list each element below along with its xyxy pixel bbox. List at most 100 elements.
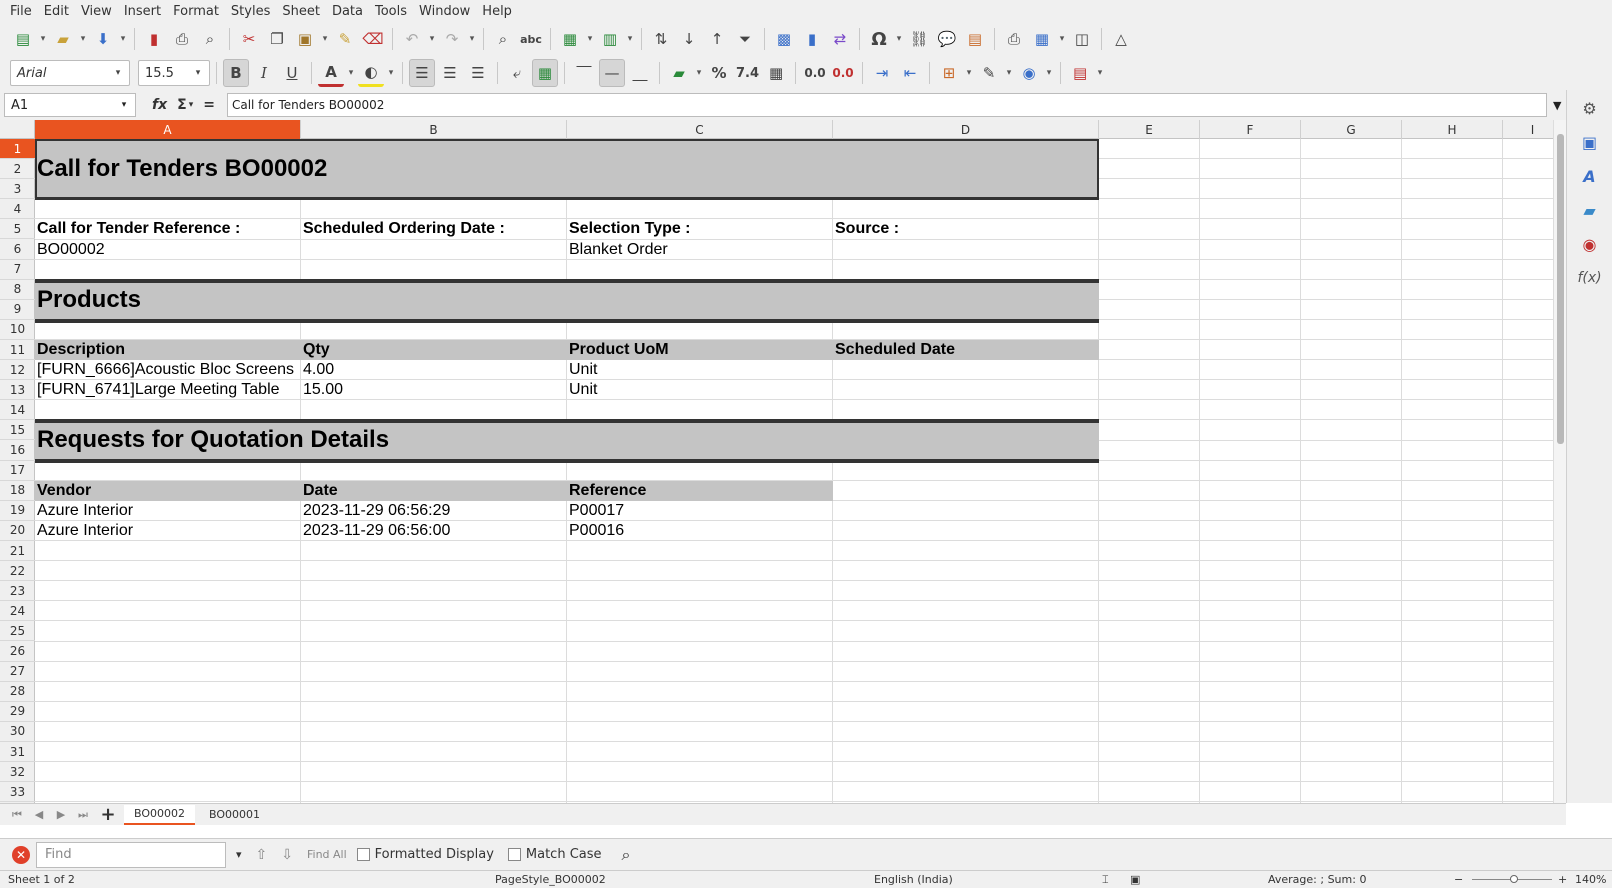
align-right-icon[interactable]: ☰ — [465, 59, 491, 87]
next-sheet-icon[interactable]: ▶ — [52, 808, 70, 821]
decrease-indent-icon[interactable]: ⇤ — [897, 59, 923, 87]
border-style-dropdown-icon[interactable]: ▾ — [1004, 59, 1014, 87]
print-preview-icon[interactable]: ⌕ — [197, 25, 223, 53]
row-header-10[interactable]: 10 — [0, 320, 35, 340]
row-header-26[interactable]: 26 — [0, 642, 35, 662]
percent-format-button[interactable]: % — [706, 59, 732, 87]
undo-dropdown-icon[interactable]: ▾ — [427, 25, 437, 53]
row-header-6[interactable]: 6 — [0, 240, 35, 260]
redo-icon[interactable]: ↷ — [439, 25, 465, 53]
info-header-ordering-date[interactable]: Scheduled Ordering Date : — [301, 219, 567, 239]
freeze-dropdown-icon[interactable]: ▾ — [1057, 25, 1067, 53]
save-icon[interactable]: ⬇ — [90, 25, 116, 53]
select-all-corner[interactable] — [0, 120, 35, 139]
formula-input[interactable]: Call for Tenders BO00002 — [226, 93, 1547, 117]
document-title[interactable]: Call for Tenders BO00002 — [35, 139, 1075, 199]
spreadsheet-grid[interactable]: ABCDEFGHI 1 2 3 4 5 6 7 8 9 10 11 12 13 14 15 16 17 18 19 2… — [0, 120, 1566, 803]
row-header-14[interactable]: 14 — [0, 400, 35, 421]
find-previous-icon[interactable]: ⇧ — [252, 847, 272, 863]
row-header-5[interactable]: 5 — [0, 219, 35, 240]
row-header-27[interactable]: 27 — [0, 662, 35, 682]
chevron-down-icon[interactable]: ▾ — [187, 68, 209, 78]
currency-format-icon[interactable]: ▰ — [666, 59, 692, 87]
product-description[interactable]: [FURN_6741]Large Meeting Table — [35, 380, 299, 400]
rfq-section-title[interactable]: Requests for Quotation Details — [35, 420, 1075, 460]
align-center-icon[interactable]: ☰ — [437, 59, 463, 87]
underline-button[interactable]: U — [279, 59, 305, 87]
row-header-13[interactable]: 13 — [0, 380, 35, 401]
menu-insert[interactable]: Insert — [118, 4, 167, 19]
row-header-12[interactable]: 12 — [0, 360, 35, 381]
clone-formatting-icon[interactable]: ✎ — [332, 25, 358, 53]
cell-area[interactable]: Call for Tenders BO00002 Call for Tender… — [35, 139, 1565, 803]
cut-icon[interactable]: ✂ — [236, 25, 262, 53]
menu-help[interactable]: Help — [476, 4, 518, 19]
special-character-dropdown-icon[interactable]: ▾ — [894, 25, 904, 53]
rfq-date[interactable]: 2023-11-29 06:56:00 — [301, 521, 567, 541]
menu-edit[interactable]: Edit — [38, 4, 75, 19]
settings-icon[interactable]: ⚙ — [1578, 96, 1602, 120]
zoom-in-button[interactable]: + — [1558, 873, 1567, 886]
rfq-header-date[interactable]: Date — [301, 481, 567, 501]
row-header-1[interactable]: 1 — [0, 139, 35, 160]
rfq-reference[interactable]: P00016 — [567, 521, 833, 541]
currency-dropdown-icon[interactable]: ▾ — [694, 59, 704, 87]
export-pdf-icon[interactable]: ▮ — [141, 25, 167, 53]
rfq-header-vendor[interactable]: Vendor — [35, 481, 301, 501]
styles-icon[interactable]: A — [1578, 164, 1602, 188]
hyperlink-icon[interactable]: ⛓ — [906, 25, 932, 53]
open-dropdown-icon[interactable]: ▾ — [78, 25, 88, 53]
column-header-f[interactable]: F — [1200, 120, 1301, 139]
align-left-icon[interactable]: ☰ — [409, 59, 435, 87]
column-icon[interactable]: ▥ — [597, 25, 623, 53]
gallery-icon[interactable]: ▰ — [1578, 198, 1602, 222]
rfq-vendor[interactable]: Azure Interior — [35, 501, 301, 521]
product-header-description[interactable]: Description — [35, 340, 301, 360]
column-header-c[interactable]: C — [567, 120, 833, 139]
number-format-button[interactable]: 7.4 — [734, 59, 761, 87]
formula-equals-icon[interactable]: = — [203, 97, 215, 113]
product-header-uom[interactable]: Product UoM — [567, 340, 833, 360]
function-wizard-icon[interactable]: fx — [152, 97, 167, 113]
tab-bo00001[interactable]: BO00001 — [199, 805, 270, 825]
sort-icon[interactable]: ⇅ — [648, 25, 674, 53]
product-header-scheduled-date[interactable]: Scheduled Date — [833, 340, 1099, 360]
find-replace-icon[interactable]: ⌕ — [618, 845, 635, 865]
column-header-h[interactable]: H — [1402, 120, 1503, 139]
info-header-reference[interactable]: Call for Tender Reference : — [35, 219, 301, 239]
menu-tools[interactable]: Tools — [369, 4, 413, 19]
border-style-icon[interactable]: ✎ — [976, 59, 1002, 87]
selection-summary[interactable]: Average: ; Sum: 0 — [1268, 873, 1366, 886]
row-header-24[interactable]: 24 — [0, 601, 35, 622]
conditional-format-icon[interactable]: ▤ — [1067, 59, 1093, 87]
show-draw-functions-icon[interactable]: △ — [1108, 25, 1134, 53]
insert-image-icon[interactable]: ▩ — [771, 25, 797, 53]
new-dropdown-icon[interactable]: ▾ — [38, 25, 48, 53]
print-icon[interactable]: ⎙ — [169, 25, 195, 53]
row-header-2[interactable]: 2 — [0, 159, 35, 180]
define-print-area-icon[interactable]: ⎙ — [1001, 25, 1027, 53]
chevron-down-icon[interactable]: ▾ — [107, 68, 129, 78]
align-top-icon[interactable]: ⎺ — [571, 59, 597, 87]
column-dropdown-icon[interactable]: ▾ — [625, 25, 635, 53]
column-header-b[interactable]: B — [301, 120, 567, 139]
zoom-slider-knob[interactable] — [1510, 875, 1518, 883]
wrap-text-icon[interactable]: ⤶ — [504, 59, 530, 87]
sort-descending-icon[interactable]: ↑ — [704, 25, 730, 53]
match-case-checkbox[interactable]: Match Case — [507, 847, 602, 862]
new-document-icon[interactable]: ▤ — [10, 25, 36, 53]
formatted-display-checkbox[interactable]: Formatted Display — [356, 847, 494, 862]
row-header-4[interactable]: 4 — [0, 199, 35, 220]
info-value-selection-type[interactable]: Blanket Order — [567, 240, 833, 260]
row-header-16[interactable]: 16 — [0, 441, 35, 461]
tab-bo00002[interactable]: BO00002 — [124, 804, 196, 825]
menu-styles[interactable]: Styles — [225, 4, 276, 19]
save-dropdown-icon[interactable]: ▾ — [118, 25, 128, 53]
info-value-reference[interactable]: BO00002 — [35, 240, 301, 260]
special-character-icon[interactable]: Ω — [866, 25, 892, 53]
menu-format[interactable]: Format — [167, 4, 225, 19]
product-uom[interactable]: Unit — [567, 380, 833, 400]
rfq-vendor[interactable]: Azure Interior — [35, 521, 301, 541]
paste-icon[interactable]: ▣ — [292, 25, 318, 53]
row-header-30[interactable]: 30 — [0, 722, 35, 742]
